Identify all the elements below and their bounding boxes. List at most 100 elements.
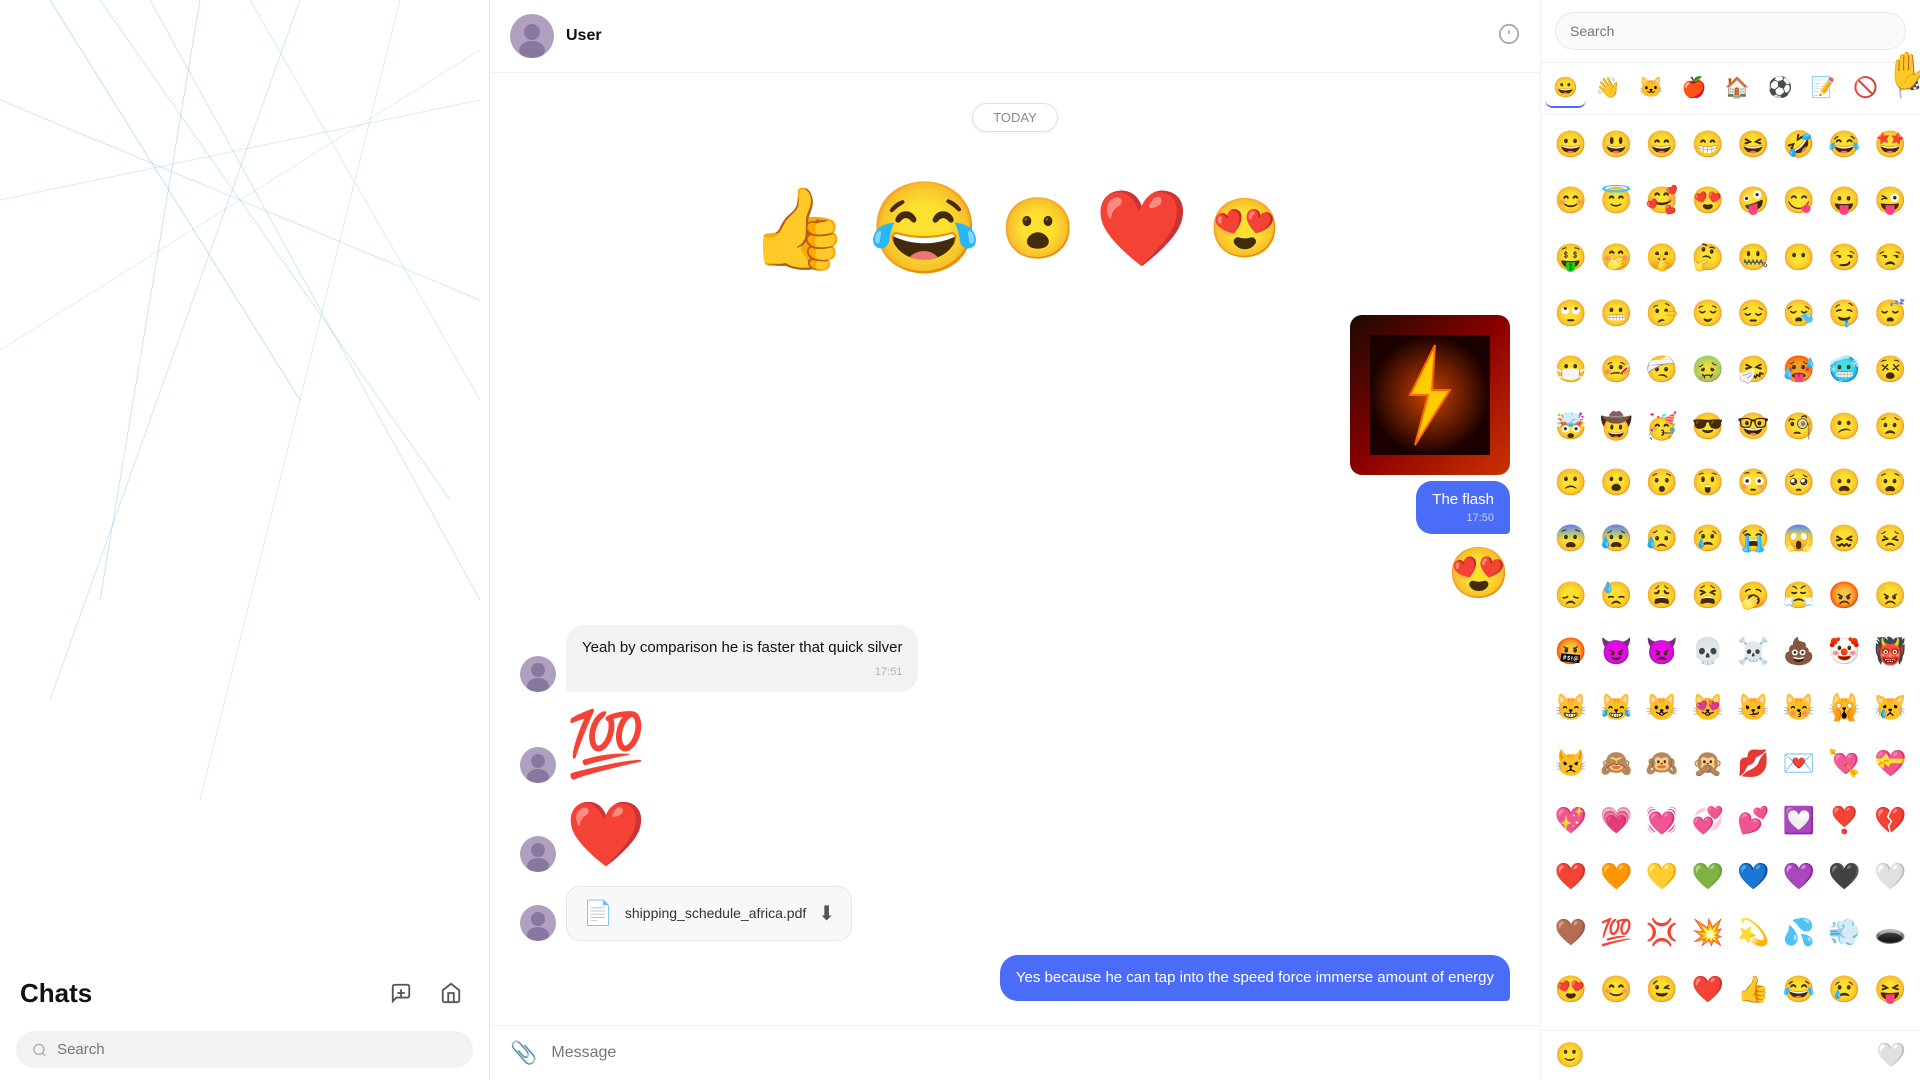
emoji-cell-42[interactable]: 🥳 <box>1640 405 1684 459</box>
emoji-cell-105[interactable]: 🧡 <box>1595 855 1639 909</box>
emoji-cell-6[interactable]: 😂 <box>1823 123 1867 177</box>
emoji-cell-66[interactable]: 😩 <box>1640 574 1684 628</box>
emoji-cell-69[interactable]: 😤 <box>1777 574 1821 628</box>
emoji-cell-84[interactable]: 😼 <box>1732 686 1776 740</box>
emoji-cell-41[interactable]: 🤠 <box>1595 405 1639 459</box>
emoji-category-7[interactable]: 🚫 <box>1845 69 1886 108</box>
emoji-cell-14[interactable]: 😛 <box>1823 179 1867 233</box>
emoji-cell-52[interactable]: 😳 <box>1732 461 1776 515</box>
emoji-cell-35[interactable]: 🤢 <box>1686 348 1730 402</box>
emoji-cell-93[interactable]: 💌 <box>1777 742 1821 796</box>
emoji-cell-76[interactable]: ☠️ <box>1732 630 1776 684</box>
emoji-cell-34[interactable]: 🤕 <box>1640 348 1684 402</box>
emoji-cell-19[interactable]: 🤔 <box>1686 236 1730 290</box>
emoji-category-3[interactable]: 🍎 <box>1674 69 1715 108</box>
emoji-cell-51[interactable]: 😲 <box>1686 461 1730 515</box>
emoji-cell-122[interactable]: 😉 <box>1640 968 1684 1022</box>
emoji-cell-48[interactable]: 🙁 <box>1549 461 1593 515</box>
emoji-cell-5[interactable]: 🤣 <box>1777 123 1821 177</box>
emoji-cell-8[interactable]: 😊 <box>1549 179 1593 233</box>
emoji-cell-113[interactable]: 💯 <box>1595 911 1639 965</box>
emoji-cell-71[interactable]: 😠 <box>1868 574 1912 628</box>
emoji-cell-94[interactable]: 💘 <box>1823 742 1867 796</box>
emoji-cell-115[interactable]: 💥 <box>1686 911 1730 965</box>
emoji-cell-24[interactable]: 🙄 <box>1549 292 1593 346</box>
emoji-cell-77[interactable]: 💩 <box>1777 630 1821 684</box>
emoji-cell-75[interactable]: 💀 <box>1686 630 1730 684</box>
emoji-cell-101[interactable]: 💟 <box>1777 799 1821 853</box>
info-button[interactable] <box>1498 23 1520 50</box>
emoji-cell-96[interactable]: 💖 <box>1549 799 1593 853</box>
emoji-cell-89[interactable]: 🙈 <box>1595 742 1639 796</box>
emoji-cell-82[interactable]: 😺 <box>1640 686 1684 740</box>
emoji-cell-22[interactable]: 😏 <box>1823 236 1867 290</box>
emoji-search-bar[interactable] <box>1541 0 1920 63</box>
emoji-cell-121[interactable]: 😊 <box>1595 968 1639 1022</box>
emoji-cell-44[interactable]: 🤓 <box>1732 405 1776 459</box>
search-input[interactable] <box>57 1041 457 1058</box>
emoji-cell-117[interactable]: 💦 <box>1777 911 1821 965</box>
emoji-cell-88[interactable]: 😾 <box>1549 742 1593 796</box>
emoji-cell-2[interactable]: 😄 <box>1640 123 1684 177</box>
emoji-cell-9[interactable]: 😇 <box>1595 179 1639 233</box>
emoji-cell-85[interactable]: 😽 <box>1777 686 1821 740</box>
emoji-category-2[interactable]: 🐱 <box>1631 69 1672 108</box>
emoji-cell-58[interactable]: 😥 <box>1640 517 1684 571</box>
emoji-cell-55[interactable]: 😧 <box>1868 461 1912 515</box>
emoji-cell-57[interactable]: 😰 <box>1595 517 1639 571</box>
emoji-cell-125[interactable]: 😂 <box>1777 968 1821 1022</box>
emoji-search-input[interactable] <box>1555 12 1906 50</box>
emoji-cell-25[interactable]: 😬 <box>1595 292 1639 346</box>
search-bar[interactable] <box>16 1031 473 1068</box>
emoji-cell-37[interactable]: 🥵 <box>1777 348 1821 402</box>
emoji-cell-119[interactable]: 🕳️ <box>1868 911 1912 965</box>
emoji-cell-32[interactable]: 😷 <box>1549 348 1593 402</box>
emoji-cell-124[interactable]: 👍 <box>1732 968 1776 1022</box>
emoji-cell-10[interactable]: 🥰 <box>1640 179 1684 233</box>
emoji-cell-92[interactable]: 💋 <box>1732 742 1776 796</box>
emoji-cell-46[interactable]: 😕 <box>1823 405 1867 459</box>
emoji-cell-62[interactable]: 😖 <box>1823 517 1867 571</box>
emoji-category-0[interactable]: 😀 <box>1545 69 1586 108</box>
emoji-cell-116[interactable]: 💫 <box>1732 911 1776 965</box>
emoji-cell-120[interactable]: 😍 <box>1549 968 1593 1022</box>
emoji-cell-7[interactable]: 🤩 <box>1868 123 1912 177</box>
emoji-cell-112[interactable]: 🤎 <box>1549 911 1593 965</box>
emoji-cell-21[interactable]: 😶 <box>1777 236 1821 290</box>
emoji-cell-109[interactable]: 💜 <box>1777 855 1821 909</box>
emoji-cell-64[interactable]: 😞 <box>1549 574 1593 628</box>
emoji-cell-100[interactable]: 💕 <box>1732 799 1776 853</box>
emoji-cell-60[interactable]: 😭 <box>1732 517 1776 571</box>
emoji-cell-45[interactable]: 🧐 <box>1777 405 1821 459</box>
emoji-cell-39[interactable]: 😵 <box>1868 348 1912 402</box>
emoji-cell-15[interactable]: 😜 <box>1868 179 1912 233</box>
emoji-cell-126[interactable]: 😢 <box>1823 968 1867 1022</box>
emoji-cell-17[interactable]: 🤭 <box>1595 236 1639 290</box>
attachment-icon[interactable]: 📎 <box>510 1040 537 1066</box>
emoji-cell-29[interactable]: 😪 <box>1777 292 1821 346</box>
emoji-cell-114[interactable]: 💢 <box>1640 911 1684 965</box>
emoji-category-5[interactable]: ⚽ <box>1760 69 1801 108</box>
emoji-category-6[interactable]: 📝 <box>1802 69 1843 108</box>
emoji-cell-47[interactable]: 😟 <box>1868 405 1912 459</box>
emoji-cell-91[interactable]: 🙊 <box>1686 742 1730 796</box>
emoji-cell-80[interactable]: 😸 <box>1549 686 1593 740</box>
emoji-cell-38[interactable]: 🥶 <box>1823 348 1867 402</box>
emoji-cell-61[interactable]: 😱 <box>1777 517 1821 571</box>
emoji-cell-95[interactable]: 💝 <box>1868 742 1912 796</box>
emoji-cell-67[interactable]: 😫 <box>1686 574 1730 628</box>
emoji-cell-12[interactable]: 🤪 <box>1732 179 1776 233</box>
emoji-cell-83[interactable]: 😻 <box>1686 686 1730 740</box>
emoji-cell-65[interactable]: 😓 <box>1595 574 1639 628</box>
emoji-cell-103[interactable]: 💔 <box>1868 799 1912 853</box>
emoji-cell-73[interactable]: 😈 <box>1595 630 1639 684</box>
emoji-cell-26[interactable]: 🤥 <box>1640 292 1684 346</box>
smiley-icon[interactable]: 🙂 <box>1555 1041 1585 1070</box>
emoji-cell-74[interactable]: 👿 <box>1640 630 1684 684</box>
emoji-cell-70[interactable]: 😡 <box>1823 574 1867 628</box>
file-attachment[interactable]: 📄 shipping_schedule_africa.pdf ⬇ <box>566 886 852 941</box>
emoji-cell-13[interactable]: 😋 <box>1777 179 1821 233</box>
emoji-cell-43[interactable]: 😎 <box>1686 405 1730 459</box>
emoji-category-1[interactable]: 👋 <box>1588 69 1629 108</box>
emoji-cell-4[interactable]: 😆 <box>1732 123 1776 177</box>
